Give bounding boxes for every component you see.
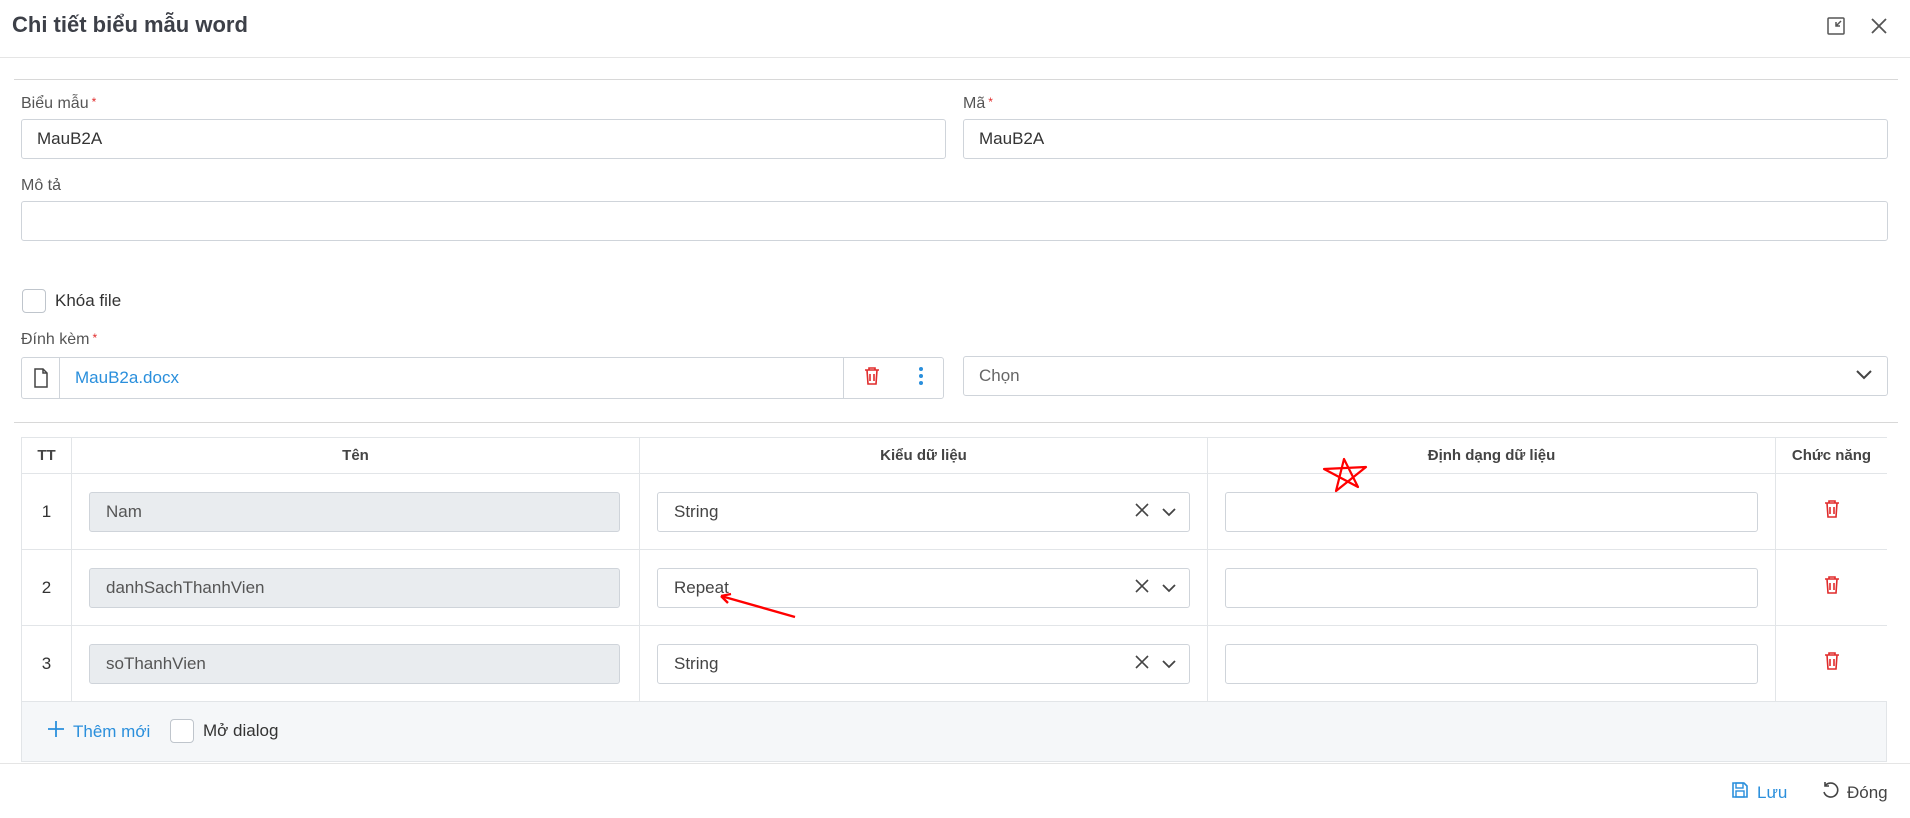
chevron-down-icon	[1855, 366, 1873, 386]
open-dialog-checkbox[interactable]	[170, 719, 194, 743]
divider	[14, 79, 1898, 80]
type-select[interactable]: String	[657, 491, 1190, 532]
more-vertical-icon[interactable]	[918, 366, 924, 391]
choose-placeholder: Chọn	[979, 366, 1020, 385]
col-header-name: Tên	[72, 438, 640, 474]
arrow-annotation-icon	[720, 592, 796, 619]
save-button[interactable]: Lưu	[1731, 781, 1787, 804]
divider	[14, 422, 1898, 423]
code-input[interactable]: MauB2A	[963, 119, 1888, 159]
row-index: 2	[22, 550, 72, 626]
attachment-field: MauB2a.docx	[21, 357, 944, 399]
file-icon	[22, 358, 60, 398]
desc-label: Mô tả	[21, 177, 62, 194]
choose-select[interactable]: Chọn	[963, 356, 1888, 396]
collapse-icon[interactable]	[1824, 14, 1848, 38]
clear-icon[interactable]	[1135, 578, 1149, 598]
row-index: 3	[22, 626, 72, 702]
lock-file-checkbox[interactable]	[22, 289, 46, 313]
trash-icon[interactable]	[1823, 499, 1841, 524]
close-icon[interactable]	[1867, 14, 1891, 38]
attach-label: Đính kèm *	[21, 331, 98, 348]
desc-input[interactable]	[21, 201, 1888, 241]
add-row-button[interactable]: Thêm mới	[47, 720, 150, 743]
save-label: Lưu	[1757, 782, 1788, 802]
lock-file-label: Khóa file	[55, 291, 122, 310]
template-input[interactable]: MauB2A	[21, 119, 946, 159]
trash-icon[interactable]	[1823, 651, 1841, 676]
name-input[interactable]: danhSachThanhVien	[89, 567, 620, 608]
col-header-index: TT	[22, 438, 72, 474]
name-input[interactable]: Nam	[89, 491, 620, 532]
chevron-down-icon[interactable]	[1161, 502, 1177, 522]
type-select[interactable]: String	[657, 643, 1190, 684]
trash-icon[interactable]	[1823, 575, 1841, 600]
chevron-down-icon[interactable]	[1161, 578, 1177, 598]
plus-icon	[47, 720, 65, 743]
dialog-title: Chi tiết biểu mẫu word	[12, 12, 248, 37]
clear-icon[interactable]	[1135, 654, 1149, 674]
col-header-type: Kiểu dữ liệu	[640, 438, 1208, 474]
format-input[interactable]	[1225, 567, 1758, 608]
add-row-label: Thêm mới	[73, 721, 151, 741]
save-icon	[1731, 781, 1749, 804]
fields-table: TT Tên Kiểu dữ liệu Định dạng dữ liệu Ch…	[21, 437, 1887, 762]
type-value: String	[674, 501, 719, 521]
undo-icon	[1821, 781, 1839, 804]
trash-icon[interactable]	[863, 366, 881, 391]
format-input[interactable]	[1225, 491, 1758, 532]
template-label: Biểu mẫu *	[21, 95, 97, 112]
row-index: 1	[22, 474, 72, 550]
table-row: Nam	[72, 474, 640, 550]
table-row: soThanhVien	[72, 626, 640, 702]
chevron-down-icon[interactable]	[1161, 654, 1177, 674]
col-header-format: Định dạng dữ liệu	[1208, 438, 1776, 474]
close-label: Đóng	[1847, 782, 1888, 802]
code-label: Mã *	[963, 95, 993, 112]
col-header-actions: Chức năng	[1776, 438, 1887, 474]
dialog-footer	[0, 763, 1910, 818]
name-input[interactable]: soThanhVien	[89, 643, 620, 684]
type-value: String	[674, 653, 719, 673]
clear-icon[interactable]	[1135, 502, 1149, 522]
format-input[interactable]	[1225, 643, 1758, 684]
attachment-link[interactable]: MauB2a.docx	[60, 358, 843, 398]
star-annotation-icon	[1322, 457, 1368, 493]
table-row: danhSachThanhVien	[72, 550, 640, 626]
dialog-header	[0, 0, 1910, 58]
open-dialog-label: Mở dialog	[203, 721, 279, 740]
close-button[interactable]: Đóng	[1821, 781, 1888, 804]
